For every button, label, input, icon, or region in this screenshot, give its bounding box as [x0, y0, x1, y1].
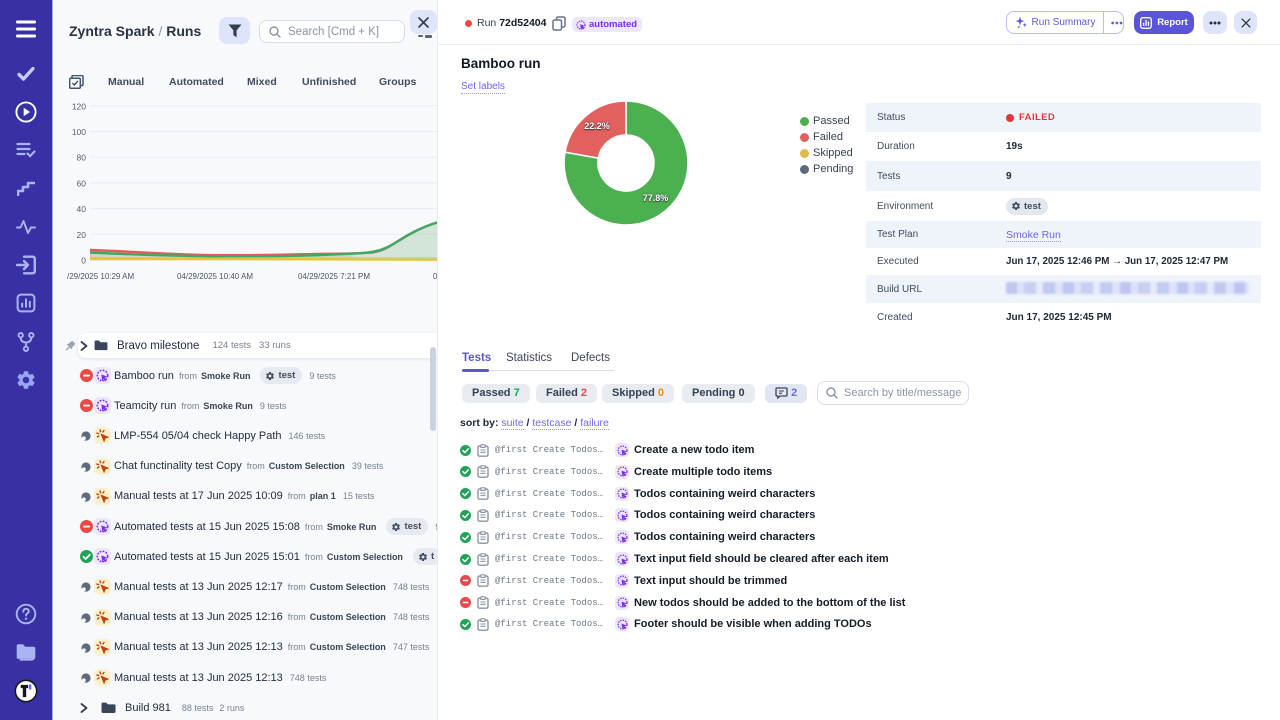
svg-text:77.8%: 77.8%: [643, 193, 669, 203]
svg-text:04/29/2025 7:21 PM: 04/29/2025 7:21 PM: [298, 272, 370, 281]
svg-text:60: 60: [77, 178, 87, 188]
svg-text:0: 0: [81, 256, 86, 266]
svg-text:80: 80: [77, 153, 87, 163]
svg-text:22.2%: 22.2%: [584, 121, 610, 131]
svg-text:40: 40: [77, 204, 87, 214]
svg-text:100: 100: [72, 127, 86, 137]
svg-text:04/29/2025 10:40 AM: 04/29/2025 10:40 AM: [177, 272, 253, 281]
svg-text:20: 20: [77, 230, 87, 240]
svg-text:120: 120: [72, 101, 86, 111]
svg-text:/29/2025 10:29 AM: /29/2025 10:29 AM: [67, 272, 135, 281]
